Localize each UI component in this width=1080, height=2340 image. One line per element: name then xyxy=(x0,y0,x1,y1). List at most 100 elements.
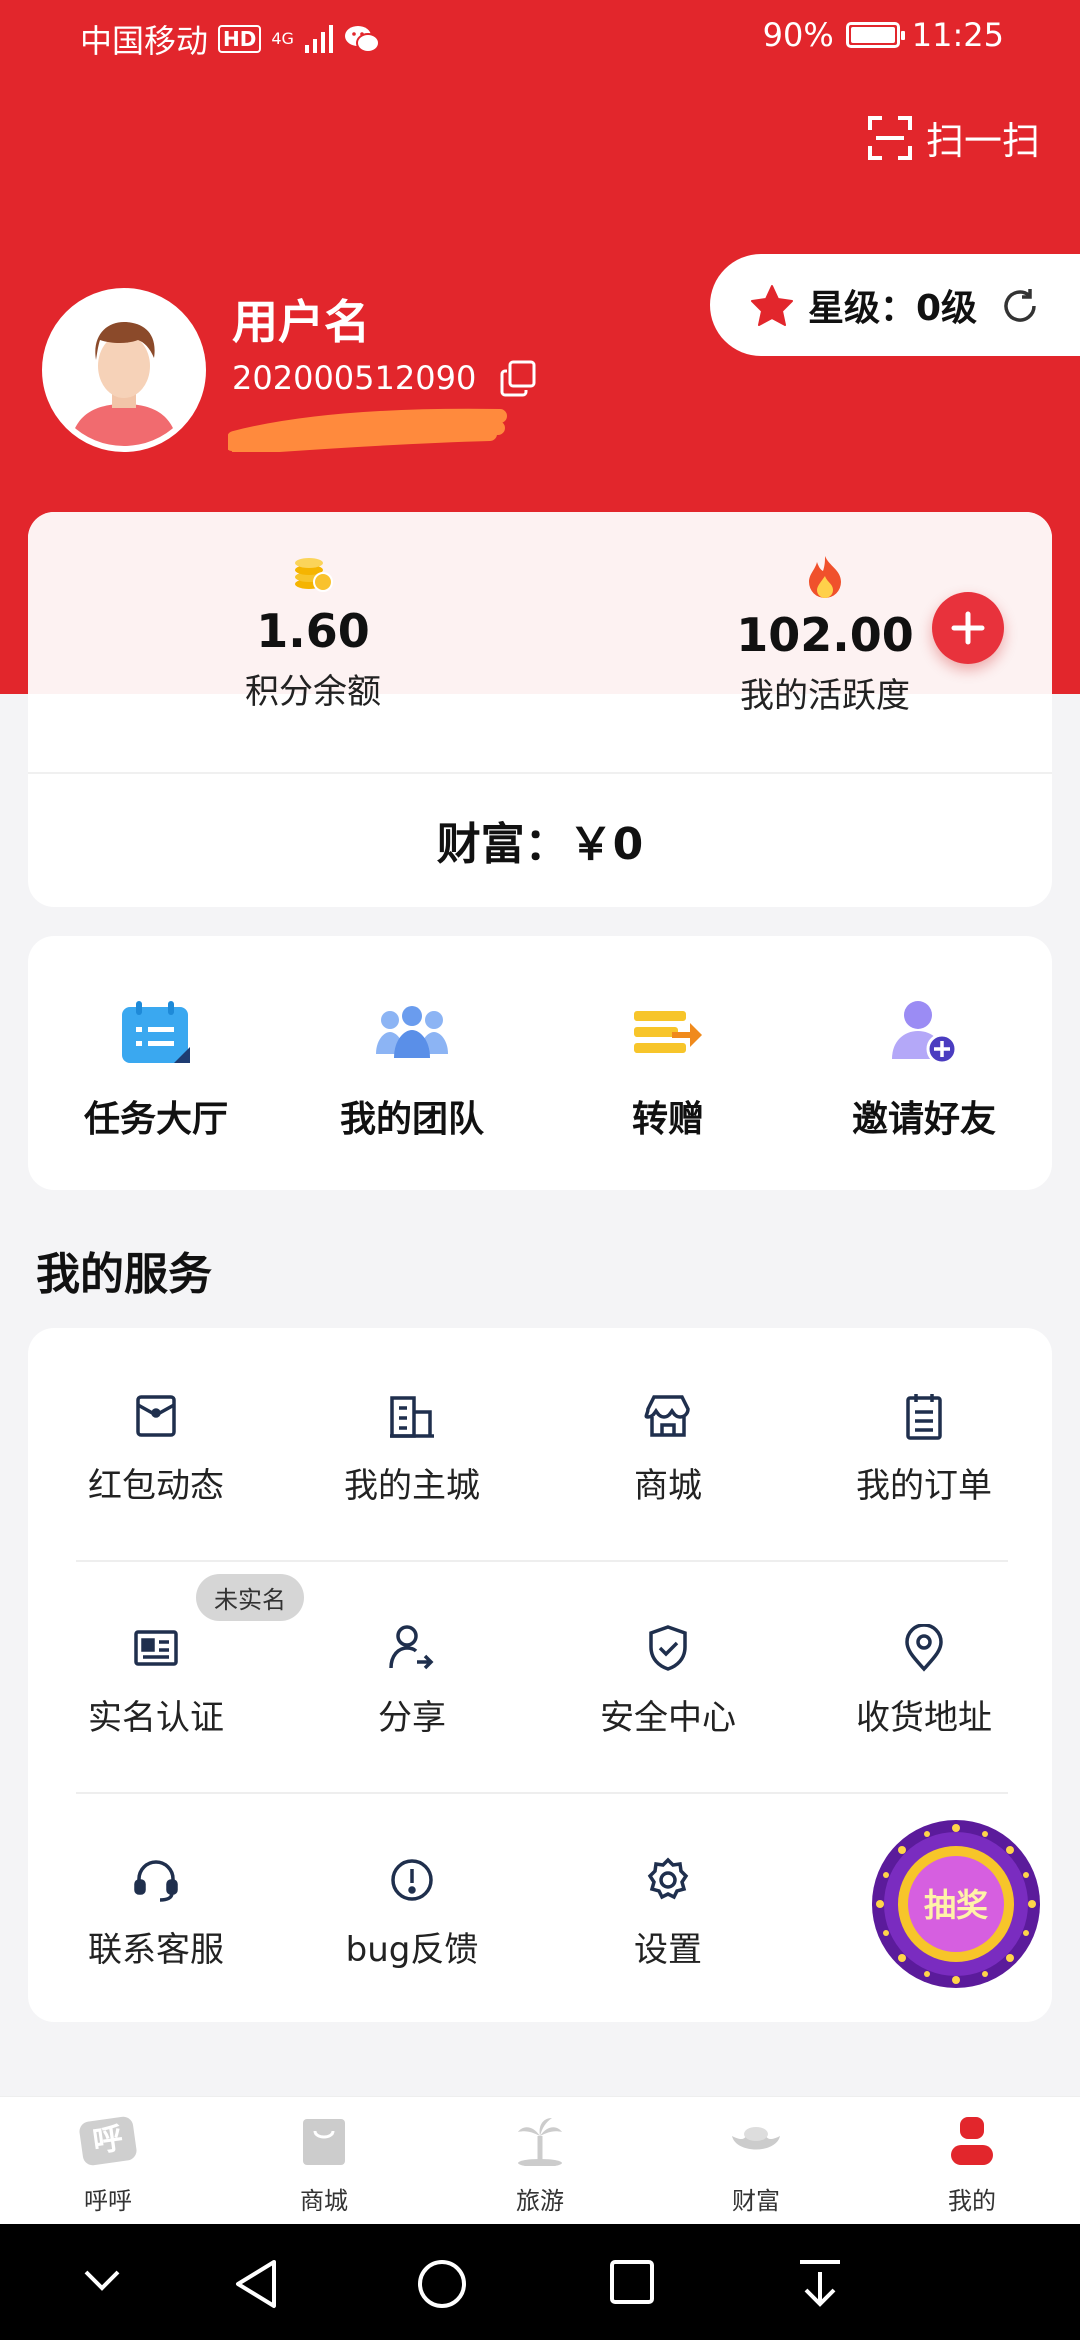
services-title: 我的服务 xyxy=(36,1249,212,1300)
recents-icon[interactable] xyxy=(608,2258,656,2306)
invite-user-icon xyxy=(892,1001,958,1065)
lottery-button[interactable]: 抽奖 xyxy=(870,1818,1042,1990)
service-real-name-verification[interactable]: 实名认证 xyxy=(28,1620,284,1739)
service-red-envelope[interactable]: 红包动态 xyxy=(28,1388,284,1507)
tab-label: 旅游 xyxy=(516,2187,564,2215)
team-icon xyxy=(376,1006,448,1058)
status-bar: 中国移动 HD 4G 90% 11:25 xyxy=(0,0,1080,76)
huhu-icon: 呼 xyxy=(78,2115,138,2167)
home-icon[interactable] xyxy=(416,2258,468,2310)
service-label: 联系客服 xyxy=(88,1930,224,1970)
person-icon xyxy=(951,2117,993,2165)
transfer-icon xyxy=(634,1011,702,1053)
tab-travel[interactable]: 旅游 xyxy=(432,2113,648,2216)
gold-ingot-icon xyxy=(732,2127,780,2150)
quick-action-label: 任务大厅 xyxy=(83,1099,228,1140)
battery-icon xyxy=(845,22,905,48)
service-label: 设置 xyxy=(634,1930,702,1970)
palm-tree-icon xyxy=(518,2118,562,2166)
scan-label: 扫一扫 xyxy=(925,119,1040,163)
headset-icon xyxy=(134,1860,178,1902)
username: 用户名 xyxy=(232,295,370,349)
points-balance[interactable]: 1.60 积分余额 xyxy=(143,554,483,713)
gear-icon xyxy=(647,1857,689,1900)
signal-icon xyxy=(304,25,333,53)
service-label: 实名认证 xyxy=(88,1698,224,1738)
quick-action-label: 我的团队 xyxy=(339,1099,484,1140)
quick-action-task-hall[interactable]: 任务大厅 xyxy=(28,994,284,1142)
tab-mine[interactable]: 我的 xyxy=(864,2113,1080,2216)
service-security-center[interactable]: 安全中心 xyxy=(540,1620,796,1739)
service-label: bug反馈 xyxy=(345,1930,479,1970)
wealth-value[interactable]: 财富：￥0 xyxy=(28,808,1052,872)
avatar[interactable] xyxy=(42,288,206,452)
network-type: 4G xyxy=(271,29,294,48)
user-id: 202000512090 xyxy=(232,359,477,397)
plus-icon xyxy=(951,611,985,645)
system-navigation-bar xyxy=(0,2224,1080,2340)
order-list-icon xyxy=(906,1394,942,1440)
service-label: 商城 xyxy=(634,1466,702,1506)
bottom-navigation: 呼 呼呼 商城 旅游 财富 我的 xyxy=(0,2096,1080,2224)
notification-pulldown-icon[interactable] xyxy=(796,2258,844,2308)
tab-label: 财富 xyxy=(732,2187,780,2215)
chevron-down-icon[interactable] xyxy=(80,2258,124,2302)
service-label: 收货地址 xyxy=(856,1698,992,1738)
tab-label: 呼呼 xyxy=(84,2187,132,2215)
service-label: 我的主城 xyxy=(344,1466,480,1506)
tab-label: 商城 xyxy=(300,2187,348,2215)
quick-action-transfer[interactable]: 转赠 xyxy=(540,994,796,1142)
back-icon[interactable] xyxy=(232,2258,280,2310)
hd-badge: HD xyxy=(218,25,262,53)
building-icon xyxy=(390,1396,434,1438)
service-share[interactable]: 分享 xyxy=(284,1620,540,1739)
quick-actions-card: 任务大厅 我的团队 转赠 邀请好友 xyxy=(28,936,1052,1190)
lottery-label: 抽奖 xyxy=(923,1886,988,1924)
calendar-icon xyxy=(122,1001,190,1063)
wechat-icon xyxy=(344,26,380,53)
coins-icon xyxy=(295,558,333,592)
shopping-bag-icon xyxy=(303,2119,345,2165)
service-contact-support[interactable]: 联系客服 xyxy=(28,1852,284,1971)
flame-icon xyxy=(809,556,841,598)
tab-store[interactable]: 商城 xyxy=(216,2113,432,2216)
clock: 11:25 xyxy=(911,16,1004,54)
service-label: 我的订单 xyxy=(856,1466,992,1506)
unverified-badge: 未实名 xyxy=(196,1574,304,1621)
tab-huhu[interactable]: 呼 呼呼 xyxy=(0,2113,216,2216)
alert-circle-icon xyxy=(391,1859,433,1901)
red-envelope-icon xyxy=(136,1395,176,1437)
share-user-icon xyxy=(389,1625,434,1670)
star-level-text: 星级：0级 xyxy=(808,288,978,329)
quick-action-invite-friends[interactable]: 邀请好友 xyxy=(796,994,1052,1142)
redaction-scribble xyxy=(228,408,507,452)
service-label: 红包动态 xyxy=(88,1466,224,1506)
quick-action-my-team[interactable]: 我的团队 xyxy=(284,994,540,1142)
battery-percent: 90% xyxy=(762,16,834,54)
scan-button[interactable]: 扫一扫 xyxy=(867,110,1040,165)
service-my-city[interactable]: 我的主城 xyxy=(284,1388,540,1507)
service-label: 安全中心 xyxy=(600,1698,736,1738)
id-card-icon xyxy=(134,1630,178,1666)
service-bug-feedback[interactable]: bug反馈 xyxy=(284,1852,540,1971)
star-level-card[interactable]: 星级：0级 xyxy=(710,254,1080,356)
refresh-icon[interactable] xyxy=(1000,286,1040,326)
service-label: 分享 xyxy=(378,1698,446,1738)
points-value: 1.60 xyxy=(256,604,370,658)
stats-card: 1.60 积分余额 102.00 我的活跃度 财富：￥0 xyxy=(28,512,1052,907)
location-pin-icon xyxy=(905,1624,943,1672)
shield-check-icon xyxy=(649,1625,687,1671)
quick-action-label: 邀请好友 xyxy=(851,1099,996,1140)
copy-icon[interactable] xyxy=(498,358,538,398)
service-store[interactable]: 商城 xyxy=(540,1388,796,1507)
service-my-orders[interactable]: 我的订单 xyxy=(796,1388,1052,1507)
quick-action-label: 转赠 xyxy=(631,1099,704,1140)
carrier-name: 中国移动 xyxy=(80,22,209,60)
service-shipping-address[interactable]: 收货地址 xyxy=(796,1620,1052,1739)
service-settings[interactable]: 设置 xyxy=(540,1852,796,1971)
add-activity-button[interactable] xyxy=(932,592,1004,664)
tab-wealth[interactable]: 财富 xyxy=(648,2113,864,2216)
store-icon xyxy=(644,1395,690,1437)
star-icon xyxy=(751,285,793,326)
activity-label: 我的活跃度 xyxy=(740,676,910,716)
